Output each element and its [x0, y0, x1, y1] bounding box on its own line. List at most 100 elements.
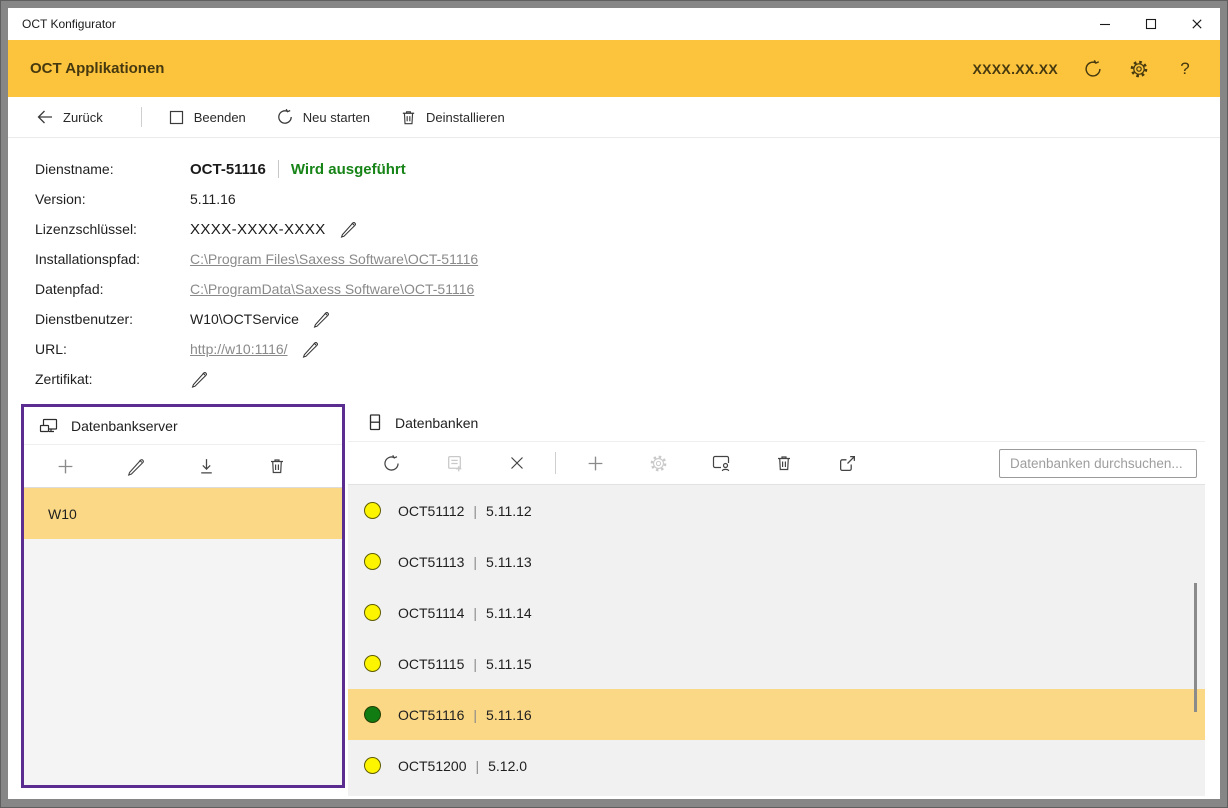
db-panel-header: Datenbanken [348, 404, 1205, 442]
refresh-icon [382, 454, 401, 473]
delete-server-button[interactable] [260, 449, 294, 483]
pencil-icon [301, 340, 319, 358]
restore-db-button[interactable] [437, 446, 471, 480]
edit-certificate-button[interactable] [190, 370, 208, 388]
restart-button[interactable]: Neu starten [276, 108, 370, 126]
trash-icon [268, 457, 286, 475]
detail-row-license: Lizenzschlüssel: XXXX-XXXX-XXXX [8, 214, 1220, 244]
scrollbar-thumb[interactable] [1194, 583, 1197, 712]
edit-server-button[interactable] [119, 449, 153, 483]
edit-url-button[interactable] [301, 340, 319, 358]
license-value: XXXX-XXXX-XXXX [190, 221, 326, 238]
back-button[interactable]: Zurück [36, 108, 103, 126]
delete-db-button[interactable] [767, 446, 801, 480]
share-db-button[interactable] [830, 446, 864, 480]
db-list-item[interactable]: OCT51112 | 5.11.12 [348, 485, 1205, 536]
minimize-button[interactable] [1082, 8, 1128, 40]
settings-button[interactable] [1128, 58, 1150, 80]
db-list-item[interactable]: OCT51114 | 5.11.14 [348, 587, 1205, 638]
db-users-button[interactable] [704, 446, 738, 480]
service-name-value: OCT-51116 [190, 161, 266, 178]
version-label: Version: [35, 191, 190, 207]
maximize-button[interactable] [1128, 8, 1174, 40]
db-name: OCT51113 [398, 554, 464, 570]
db-name: OCT51200 [398, 758, 466, 774]
db-list-item-selected[interactable]: OCT51116 | 5.11.16 [348, 689, 1205, 740]
server-list-item[interactable]: W10 [24, 488, 342, 539]
edit-service-user-button[interactable] [312, 310, 330, 328]
add-icon [586, 454, 605, 473]
db-version: 5.12.0 [488, 758, 527, 774]
install-path-label: Installationspfad: [35, 251, 190, 267]
status-dot [364, 655, 381, 672]
close-button[interactable] [1174, 8, 1220, 40]
maximize-icon [1143, 16, 1159, 32]
refresh-db-button[interactable] [374, 446, 408, 480]
status-dot [364, 706, 381, 723]
server-toolbar [24, 445, 342, 488]
db-version: 5.11.13 [486, 554, 532, 570]
download-server-button[interactable] [189, 449, 223, 483]
cancel-db-button[interactable] [500, 446, 534, 480]
back-arrow-icon [36, 108, 54, 126]
database-server-panel: Datenbankserver [21, 404, 345, 788]
status-dot [364, 757, 381, 774]
db-name: OCT51115 [398, 656, 464, 672]
user-screen-icon [711, 454, 731, 472]
trash-icon [775, 454, 793, 472]
app-window: OCT Konfigurator OCT Applikationen XXXX.… [8, 8, 1220, 799]
edit-license-button[interactable] [339, 220, 357, 238]
install-path-link[interactable]: C:\Program Files\Saxess Software\OCT-511… [190, 251, 478, 267]
db-panel-title: Datenbanken [395, 415, 478, 431]
add-icon [56, 457, 75, 476]
db-toolbar-divider [555, 452, 556, 474]
db-settings-button[interactable] [641, 446, 675, 480]
version-placeholder-text: XXXX.XX.XX [973, 61, 1058, 77]
search-input[interactable] [999, 449, 1197, 478]
restart-icon [276, 108, 294, 126]
service-user-value: W10\OCTService [190, 311, 299, 327]
service-details: Dienstname: OCT-51116 Wird ausgeführt Ve… [8, 138, 1220, 396]
gear-icon [649, 454, 668, 473]
stop-button[interactable]: Beenden [168, 109, 246, 126]
status-dot [364, 502, 381, 519]
service-name-label: Dienstname: [35, 161, 190, 177]
db-list-item[interactable]: OCT51115 | 5.11.15 [348, 638, 1205, 689]
detail-row-certificate: Zertifikat: [8, 364, 1220, 394]
uninstall-button[interactable]: Deinstallieren [400, 109, 505, 126]
license-label: Lizenzschlüssel: [35, 221, 190, 237]
detail-row-install-path: Installationspfad: C:\Program Files\Saxe… [8, 244, 1220, 274]
detail-row-data-path: Datenpfad: C:\ProgramData\Saxess Softwar… [8, 274, 1220, 304]
db-list-item[interactable]: OCT51200 | 5.12.0 [348, 740, 1205, 791]
page-title: OCT Applikationen [30, 60, 973, 77]
help-button[interactable]: ? [1174, 58, 1196, 80]
server-name: W10 [48, 506, 77, 522]
add-db-button[interactable] [578, 446, 612, 480]
version-value: 5.11.16 [190, 191, 236, 207]
help-icon: ? [1180, 59, 1189, 79]
document-add-icon [445, 454, 464, 473]
url-link[interactable]: http://w10:1116/ [190, 341, 288, 357]
db-name: OCT51114 [398, 605, 464, 621]
add-server-button[interactable] [48, 449, 82, 483]
screenshot-frame: OCT Konfigurator OCT Applikationen XXXX.… [0, 0, 1228, 808]
data-path-link[interactable]: C:\ProgramData\Saxess Software\OCT-51116 [190, 281, 474, 297]
pencil-icon [339, 220, 357, 238]
minimize-icon [1097, 16, 1113, 32]
window-title: OCT Konfigurator [22, 17, 1082, 31]
databases-panel: Datenbanken [348, 404, 1205, 796]
title-bar: OCT Konfigurator [8, 8, 1220, 40]
app-header: OCT Applikationen XXXX.XX.XX ? [8, 40, 1220, 97]
refresh-button[interactable] [1082, 58, 1104, 80]
detail-row-version: Version: 5.11.16 [8, 184, 1220, 214]
db-version: 5.11.15 [486, 656, 532, 672]
service-user-label: Dienstbenutzer: [35, 311, 190, 327]
download-icon [197, 457, 216, 476]
pencil-icon [126, 457, 145, 476]
database-icon [367, 413, 383, 432]
db-toolbar [348, 442, 1205, 485]
db-list-item[interactable]: OCT51113 | 5.11.13 [348, 536, 1205, 587]
db-separator: | [475, 758, 479, 774]
command-bar: Zurück Beenden Neu starten Deinstalliere… [8, 97, 1220, 138]
pencil-icon [312, 310, 330, 328]
